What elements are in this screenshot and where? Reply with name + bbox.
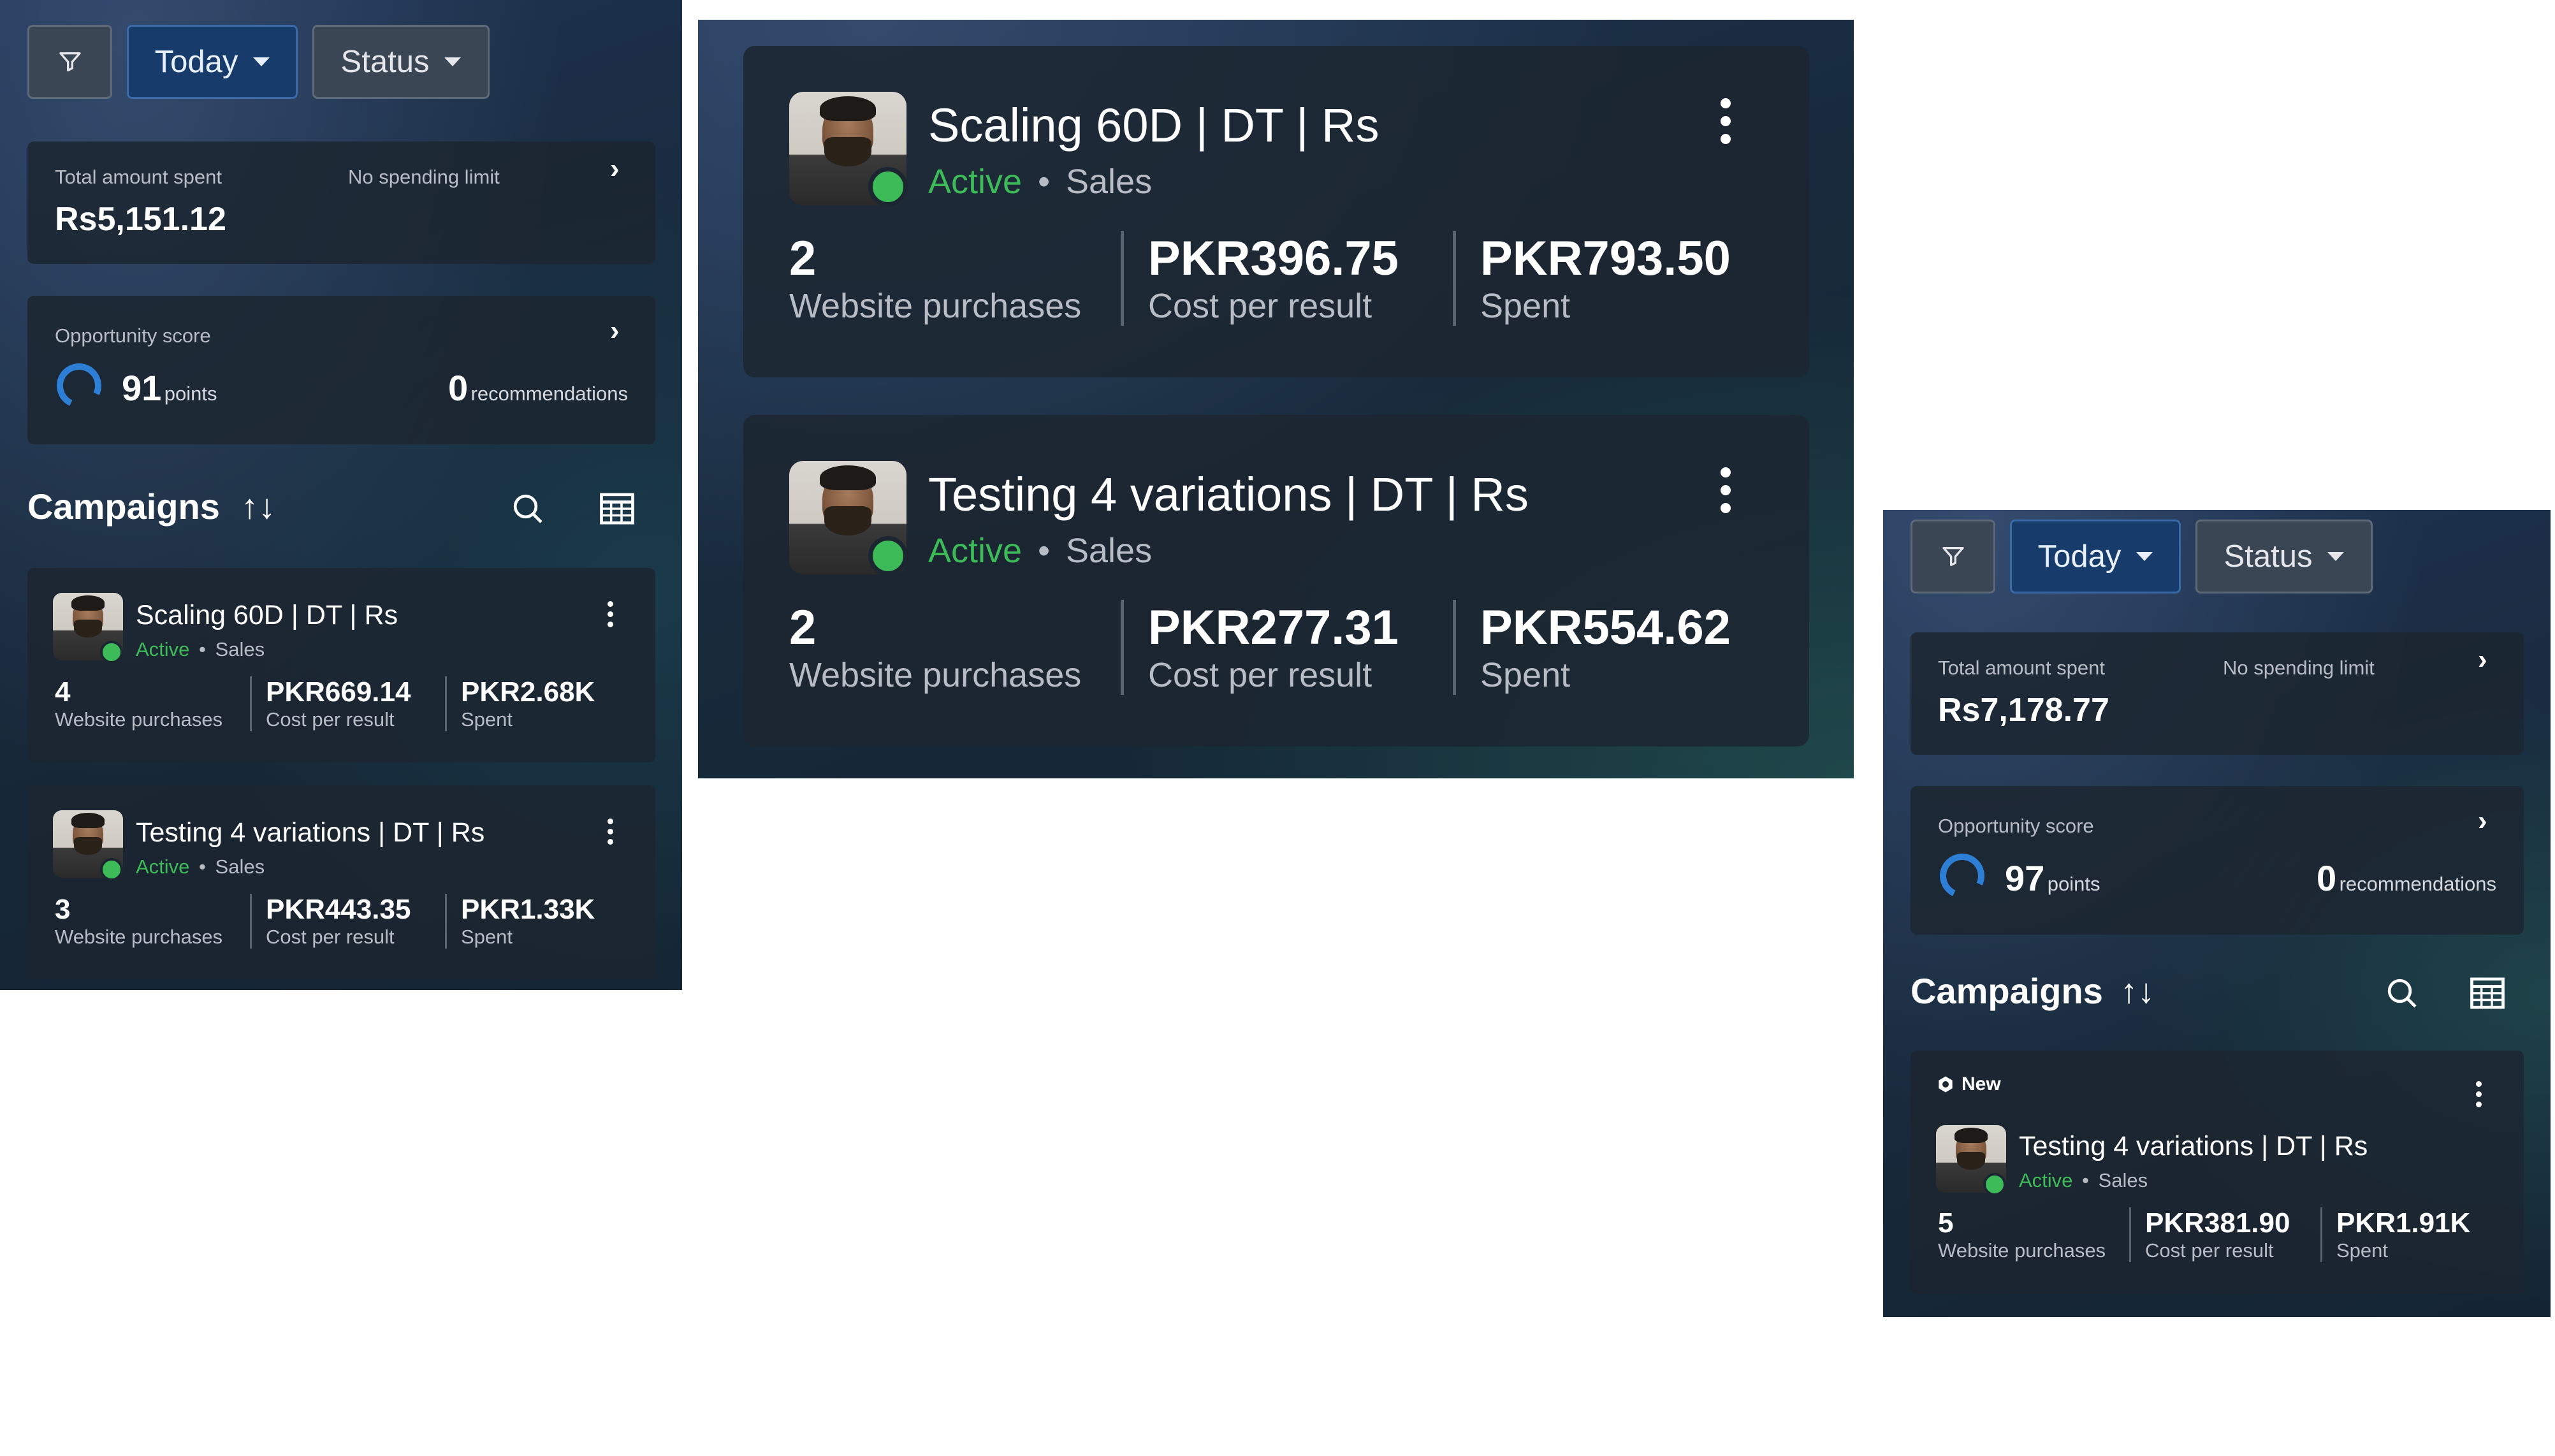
campaign-name[interactable]: Scaling 60D | DT | Rs	[928, 98, 1379, 152]
status-dropdown[interactable]: Status	[312, 25, 490, 99]
opportunity-score-label: Opportunity score	[1938, 815, 2094, 837]
campaign-name[interactable]: Testing 4 variations | DT | Rs	[2019, 1131, 2368, 1162]
metric-cost-per-result: PKR443.35 Cost per result	[250, 894, 445, 949]
campaign-card[interactable]: Testing 4 variations | DT | Rs Active • …	[743, 415, 1809, 746]
active-status-dot	[868, 167, 908, 207]
total-spent-value: Rs7,178.77	[1938, 692, 2109, 729]
filter-bar: Today Status	[1911, 520, 2373, 593]
metric-results: 4 Website purchases	[55, 676, 223, 731]
metric-spent: PKR793.50 Spent	[1453, 231, 1759, 326]
campaigns-heading: Campaigns	[1911, 971, 2103, 1011]
campaign-card[interactable]: Scaling 60D | DT | Rs Active • Sales 2 W…	[743, 46, 1809, 377]
campaign-metrics: 2 Website purchases PKR277.31 Cost per r…	[789, 600, 1759, 695]
campaign-status: Active • Sales	[928, 532, 1153, 570]
campaign-name[interactable]: Scaling 60D | DT | Rs	[136, 600, 398, 631]
caret-down-icon	[253, 57, 270, 66]
sort-icon[interactable]: ↑↓	[2120, 972, 2155, 1011]
total-spent-label: Total amount spent	[55, 166, 222, 188]
recommendations-count[interactable]: 0 recommendations	[448, 367, 628, 409]
filter-button[interactable]	[1911, 520, 1995, 593]
campaign-name[interactable]: Testing 4 variations | DT | Rs	[928, 467, 1529, 521]
active-status-dot	[100, 641, 123, 664]
chevron-right-icon[interactable]: ›	[610, 315, 620, 347]
campaign-metrics: 5 Website purchases PKR381.90 Cost per r…	[1938, 1207, 2480, 1262]
metric-spent: PKR2.68K Spent	[445, 676, 604, 731]
caret-down-icon	[2136, 552, 2153, 561]
campaign-metrics: 2 Website purchases PKR396.75 Cost per r…	[789, 231, 1759, 326]
metric-cost-per-result: PKR277.31 Cost per result	[1121, 600, 1453, 695]
sort-icon[interactable]: ↑↓	[241, 487, 275, 527]
more-options-icon[interactable]	[608, 819, 613, 845]
campaign-card[interactable]: Testing 4 variations | DT | Rs Active • …	[27, 785, 655, 980]
campaign-card[interactable]: Scaling 60D | DT | Rs Active • Sales 4 W…	[27, 568, 655, 762]
funnel-icon	[59, 52, 81, 72]
more-options-icon[interactable]	[1721, 98, 1731, 144]
chevron-right-icon[interactable]: ›	[610, 153, 620, 185]
total-spent-card[interactable]: Total amount spent No spending limit Rs7…	[1911, 632, 2524, 755]
metric-spent: PKR554.62 Spent	[1453, 600, 1759, 695]
metric-results: 3 Website purchases	[55, 894, 223, 948]
total-spent-label: Total amount spent	[1938, 657, 2105, 679]
metric-spent: PKR1.91K Spent	[2320, 1207, 2480, 1262]
metric-cost-per-result: PKR396.75 Cost per result	[1121, 231, 1453, 326]
score-ring-icon	[1933, 847, 1991, 905]
status-dropdown-label: Status	[2224, 539, 2313, 574]
table-icon[interactable]	[599, 492, 635, 525]
active-status-dot	[1983, 1173, 2006, 1196]
filter-button[interactable]	[27, 25, 112, 99]
more-options-icon[interactable]	[1721, 467, 1731, 513]
active-status-dot	[100, 858, 123, 881]
metric-cost-per-result: PKR381.90 Cost per result	[2129, 1207, 2320, 1262]
spending-limit-label: No spending limit	[2223, 657, 2375, 679]
total-spent-value: Rs5,151.12	[55, 201, 226, 238]
date-range-dropdown[interactable]: Today	[127, 25, 298, 99]
opportunity-score-card[interactable]: Opportunity score › 97 points 0 recommen…	[1911, 786, 2524, 935]
campaign-metrics: 3 Website purchases PKR443.35 Cost per r…	[55, 894, 604, 949]
metric-results: 2 Website purchases	[789, 231, 1082, 325]
metric-results: 2 Website purchases	[789, 601, 1082, 694]
campaign-metrics: 4 Website purchases PKR669.14 Cost per r…	[55, 676, 604, 731]
more-options-icon[interactable]	[608, 601, 613, 627]
new-badge-icon	[1939, 1076, 1953, 1093]
chevron-right-icon[interactable]: ›	[2478, 805, 2487, 837]
score-ring-icon	[50, 357, 108, 414]
status-dropdown[interactable]: Status	[2195, 520, 2373, 593]
recommendations-count[interactable]: 0 recommendations	[2317, 857, 2496, 899]
score-points: 97 points	[2005, 858, 2100, 898]
campaign-status: Active • Sales	[136, 855, 265, 878]
ads-manager-panel-3: Today Status Total amount spent No spend…	[1883, 510, 2551, 1317]
campaign-status: Active • Sales	[928, 163, 1153, 201]
funnel-icon	[1942, 547, 1964, 566]
metric-results: 5 Website purchases	[1938, 1207, 2106, 1262]
more-options-icon[interactable]	[2476, 1081, 2482, 1107]
opportunity-score-card[interactable]: Opportunity score › 91 points 0 recommen…	[27, 296, 655, 444]
ads-manager-panel-2-zoomed: Scaling 60D | DT | Rs Active • Sales 2 W…	[698, 20, 1854, 778]
campaign-status: Active • Sales	[2019, 1169, 2148, 1191]
opportunity-score-label: Opportunity score	[55, 324, 211, 347]
spending-limit-label: No spending limit	[348, 166, 500, 188]
chevron-right-icon[interactable]: ›	[2478, 644, 2487, 676]
date-range-dropdown[interactable]: Today	[2010, 520, 2181, 593]
ads-manager-panel-1: Today Status Total amount spent No spend…	[0, 0, 682, 990]
status-dropdown-label: Status	[340, 45, 430, 79]
campaign-name[interactable]: Testing 4 variations | DT | Rs	[136, 817, 484, 848]
new-badge: New	[1936, 1074, 2001, 1095]
campaign-card[interactable]: New Testing 4 variations | DT | Rs Activ…	[1911, 1051, 2524, 1294]
campaign-status: Active • Sales	[136, 638, 265, 660]
search-icon[interactable]	[510, 491, 546, 527]
total-spent-card[interactable]: Total amount spent No spending limit Rs5…	[27, 142, 655, 264]
date-range-label: Today	[154, 45, 238, 79]
filter-bar: Today Status	[27, 25, 490, 99]
score-points: 91 points	[122, 368, 217, 408]
active-status-dot	[868, 536, 908, 576]
caret-down-icon	[444, 57, 462, 66]
metric-spent: PKR1.33K Spent	[445, 894, 604, 949]
campaigns-heading: Campaigns	[27, 486, 220, 527]
metric-cost-per-result: PKR669.14 Cost per result	[250, 676, 445, 731]
table-icon[interactable]	[2470, 977, 2505, 1010]
search-icon[interactable]	[2384, 975, 2420, 1011]
caret-down-icon	[2327, 552, 2345, 561]
date-range-label: Today	[2037, 539, 2122, 574]
